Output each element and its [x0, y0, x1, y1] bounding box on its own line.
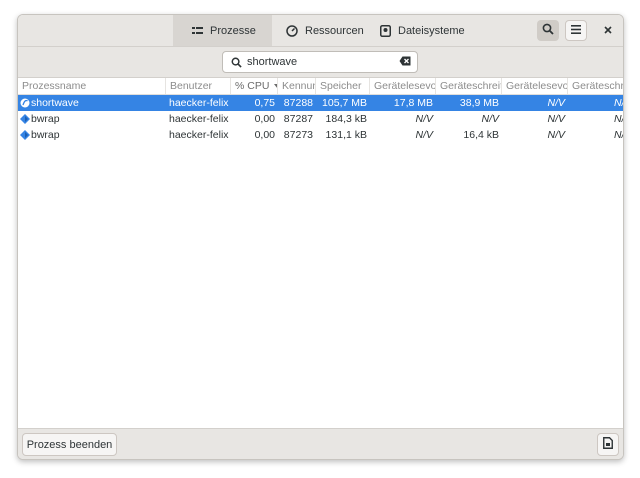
process-disk-read-total: 17,8 MB — [393, 97, 433, 109]
process-name: bwrap — [31, 129, 60, 141]
column-header-disk-write-total[interactable]: Geräteschreit — [436, 78, 502, 94]
search-bar — [18, 47, 623, 78]
column-header-memory[interactable]: Speicher — [316, 78, 370, 94]
system-monitor-window: Prozesse Ressourcen Dateisysteme shortwa… — [17, 14, 624, 460]
column-header-user[interactable]: Benutzer — [166, 78, 231, 94]
process-disk-read-total: N/V — [415, 129, 433, 141]
column-header-name[interactable]: Prozessname — [18, 78, 166, 94]
search-toggle-button[interactable] — [537, 20, 559, 41]
end-process-button[interactable]: Prozess beenden — [22, 433, 117, 456]
process-list-icon — [191, 25, 203, 37]
process-name: shortwave — [31, 97, 79, 109]
document-properties-icon — [603, 437, 613, 452]
process-cpu: 0,75 — [254, 97, 275, 109]
close-icon — [604, 25, 612, 37]
process-id: 87288 — [283, 97, 313, 109]
process-user: haecker-felix — [169, 129, 229, 141]
column-header-disk-write[interactable]: Geräteschre — [568, 78, 623, 94]
tab-processes-label: Prozesse — [210, 24, 256, 37]
tab-filesystems-label: Dateisysteme — [398, 24, 465, 37]
process-disk-read: N/V — [547, 129, 565, 141]
column-header-id[interactable]: Kennun — [278, 78, 316, 94]
column-header-cpu[interactable]: % CPU — [231, 78, 278, 94]
shortwave-app-icon — [20, 98, 30, 108]
process-disk-read-total: N/V — [415, 113, 433, 125]
process-name: bwrap — [31, 113, 60, 125]
process-id: 87287 — [283, 113, 313, 125]
process-user: haecker-felix — [169, 113, 229, 125]
process-properties-button[interactable] — [597, 433, 619, 456]
table-row[interactable]: bwrap haecker-felix 0,00 87287 184,3 kB … — [18, 111, 623, 127]
column-header-disk-read[interactable]: Gerätelesevor — [502, 78, 568, 94]
bwrap-app-icon — [20, 130, 30, 140]
table-row[interactable]: bwrap haecker-felix 0,00 87273 131,1 kB … — [18, 127, 623, 143]
disk-icon — [379, 24, 391, 37]
process-memory: 105,7 MB — [322, 97, 367, 109]
tab-resources-label: Ressourcen — [305, 24, 364, 37]
clear-search-icon[interactable] — [399, 56, 411, 68]
menu-icon — [571, 24, 581, 37]
bwrap-app-icon — [20, 114, 30, 124]
process-disk-write: N/ — [614, 97, 623, 109]
search-icon — [229, 55, 243, 69]
process-disk-write-total: 16,4 kB — [463, 129, 499, 141]
process-cpu: 0,00 — [254, 129, 275, 141]
tab-resources[interactable]: Ressourcen — [286, 15, 364, 46]
search-input[interactable] — [247, 56, 397, 68]
process-disk-write-total: 38,9 MB — [459, 97, 499, 109]
close-button[interactable] — [597, 20, 619, 41]
headerbar: Prozesse Ressourcen Dateisysteme — [18, 15, 623, 47]
search-icon — [542, 23, 554, 38]
process-memory: 131,1 kB — [325, 129, 367, 141]
process-cpu: 0,00 — [254, 113, 275, 125]
process-disk-write: N/ — [614, 113, 623, 125]
process-disk-write: N/ — [614, 129, 623, 141]
process-memory: 184,3 kB — [325, 113, 367, 125]
tab-processes[interactable]: Prozesse — [173, 15, 272, 46]
process-disk-read: N/V — [547, 113, 565, 125]
main-menu-button[interactable] — [565, 20, 587, 41]
table-header: Prozessname Benutzer % CPU Kennun Speich… — [18, 78, 623, 95]
column-header-cpu-label: % CPU — [235, 80, 270, 92]
action-bar: Prozess beenden — [18, 428, 623, 459]
gauge-icon — [286, 24, 298, 37]
process-disk-write-total: N/V — [481, 113, 499, 125]
process-id: 87273 — [283, 129, 313, 141]
tab-filesystems[interactable]: Dateisysteme — [379, 15, 465, 46]
table-row[interactable]: shortwave haecker-felix 0,75 87288 105,7… — [18, 95, 623, 111]
process-disk-read: N/V — [547, 97, 565, 109]
column-header-disk-read-total[interactable]: Gerätelesevor — [370, 78, 436, 94]
search-entry[interactable] — [222, 51, 418, 73]
process-user: haecker-felix — [169, 97, 229, 109]
